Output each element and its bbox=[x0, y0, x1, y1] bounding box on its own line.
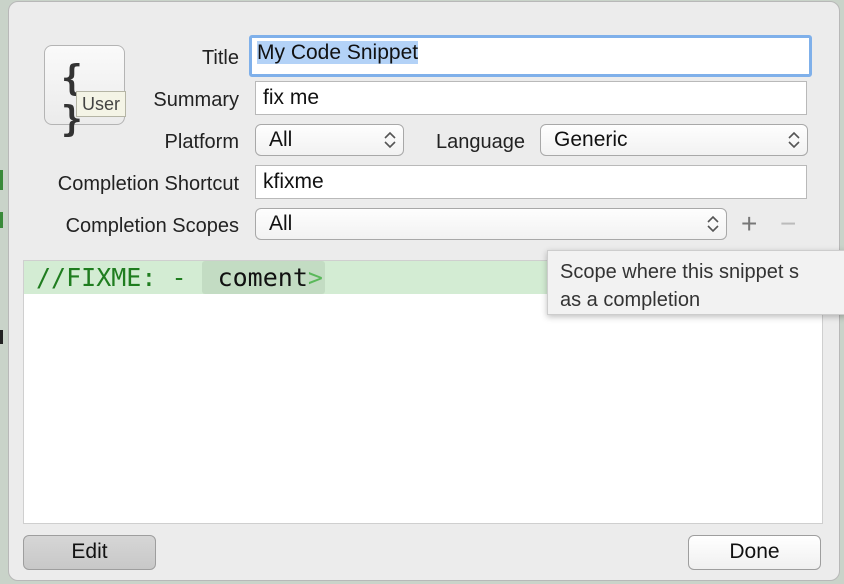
completion-scopes-value: All bbox=[269, 212, 293, 235]
code-comment: //FIXME: - bbox=[36, 263, 202, 292]
background-editor-marker bbox=[0, 212, 3, 228]
completion-shortcut-field[interactable]: kfixme bbox=[255, 165, 807, 199]
remove-scope-button[interactable]: − bbox=[780, 210, 796, 238]
placeholder-token-text: coment bbox=[217, 263, 308, 292]
language-popup[interactable]: Generic bbox=[540, 124, 808, 156]
summary-field[interactable]: fix me bbox=[255, 81, 807, 115]
snippet-icon-button[interactable]: { } User bbox=[44, 45, 127, 140]
background-editor-marker bbox=[0, 330, 3, 344]
tooltip-line: as a completion bbox=[560, 289, 701, 311]
platform-popup-value: All bbox=[269, 128, 293, 151]
add-scope-button[interactable]: + bbox=[741, 210, 757, 238]
completion-scopes-popup[interactable]: All bbox=[255, 208, 727, 240]
summary-field-value: fix me bbox=[263, 86, 320, 109]
title-label: Title bbox=[201, 47, 239, 69]
chevron-updown-icon bbox=[707, 215, 719, 233]
edit-button[interactable]: Edit bbox=[23, 535, 156, 570]
completion-shortcut-value: kfixme bbox=[263, 170, 324, 193]
chevron-updown-icon bbox=[384, 131, 396, 149]
title-field[interactable]: My Code Snippet bbox=[249, 35, 812, 77]
title-field-value: My Code Snippet bbox=[257, 41, 419, 64]
tooltip-line: Scope where this snippet s bbox=[560, 261, 800, 283]
language-popup-value: Generic bbox=[554, 128, 628, 151]
background-editor-marker bbox=[0, 170, 3, 190]
user-tag: User bbox=[76, 91, 127, 117]
placeholder-token[interactable]: coment> bbox=[201, 261, 325, 294]
done-button[interactable]: Done bbox=[688, 535, 821, 570]
platform-popup[interactable]: All bbox=[255, 124, 404, 156]
chevron-updown-icon bbox=[788, 131, 800, 149]
placeholder-token-end: > bbox=[307, 263, 323, 292]
completion-scopes-label: Completion Scopes bbox=[65, 215, 239, 237]
scope-tooltip: Scope where this snippet s as a completi… bbox=[547, 250, 844, 315]
completion-shortcut-label: Completion Shortcut bbox=[57, 173, 239, 195]
language-label: Language bbox=[436, 131, 525, 153]
summary-label: Summary bbox=[153, 89, 239, 111]
platform-label: Platform bbox=[164, 131, 239, 153]
